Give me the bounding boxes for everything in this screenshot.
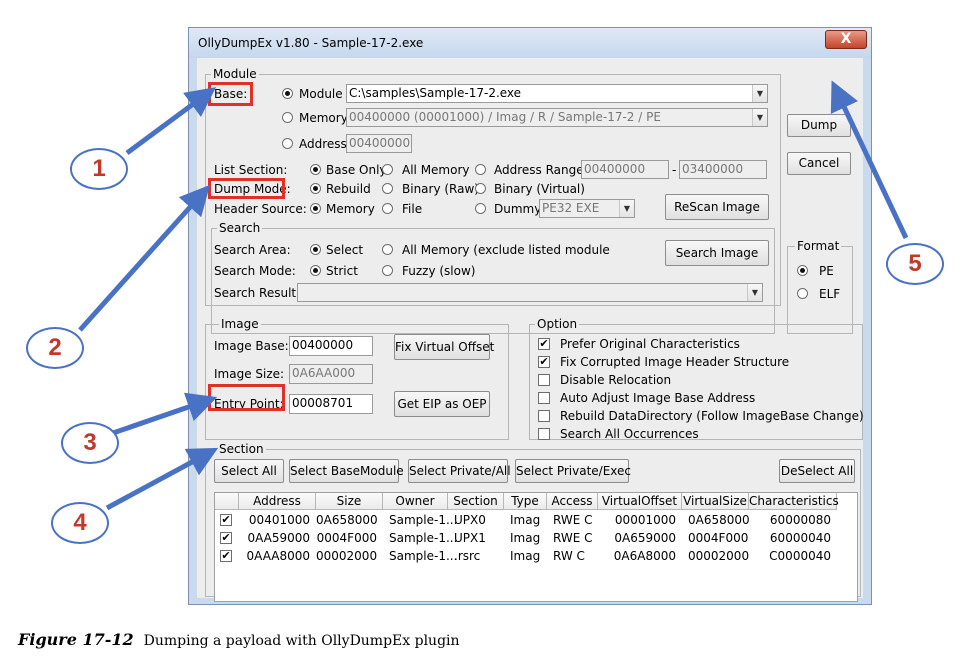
annotation-arrows	[78, 80, 909, 511]
figure-caption: Figure 17-12 Dumping a payload with OllyD…	[18, 630, 460, 649]
arrow-2	[78, 184, 211, 332]
callout-1: 1	[70, 148, 128, 190]
callout-2: 2	[26, 327, 84, 369]
arrow-4	[105, 447, 219, 511]
arrow-5	[830, 80, 909, 240]
figure-text: Dumping a payload with OllyDumpEx plugin	[143, 633, 460, 649]
callout-4: 4	[51, 502, 109, 544]
callout-5: 5	[886, 243, 944, 285]
callout-3: 3	[61, 422, 119, 464]
arrow-3	[112, 392, 218, 436]
arrow-1	[125, 87, 217, 156]
figure-label: Figure 17-12	[18, 630, 134, 649]
